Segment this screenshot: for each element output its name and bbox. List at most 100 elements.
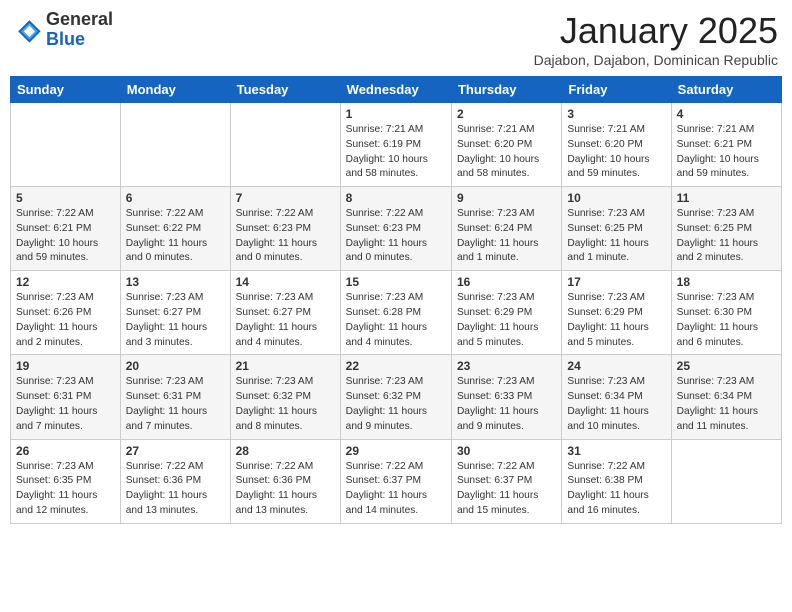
day-cell: 14 Sunrise: 7:23 AMSunset: 6:27 PMDayligh…: [230, 271, 340, 355]
day-cell: [671, 439, 781, 523]
day-info: Sunrise: 7:23 AMSunset: 6:25 PMDaylight:…: [677, 207, 776, 266]
day-cell: 22 Sunrise: 7:23 AMSunset: 6:32 PMDayligh…: [340, 355, 451, 439]
logo-text: General Blue: [46, 10, 113, 50]
day-info: Sunrise: 7:22 AMSunset: 6:36 PMDaylight:…: [236, 460, 335, 519]
day-cell: 3 Sunrise: 7:21 AMSunset: 6:20 PMDaylight…: [562, 103, 671, 187]
day-cell: 9 Sunrise: 7:23 AMSunset: 6:24 PMDaylight…: [451, 187, 561, 271]
logo-blue-text: Blue: [46, 30, 113, 50]
day-number: 1: [346, 107, 446, 121]
day-number: 6: [126, 191, 225, 205]
week-row-1: 1 Sunrise: 7:21 AMSunset: 6:19 PMDaylight…: [11, 103, 782, 187]
day-info: Sunrise: 7:23 AMSunset: 6:29 PMDaylight:…: [567, 291, 665, 350]
day-cell: 2Sunrise: 7:21 AMSunset: 6:20 PMDaylight…: [451, 103, 561, 187]
day-info: Sunrise: 7:23 AMSunset: 6:32 PMDaylight:…: [346, 375, 446, 434]
day-cell: 16 Sunrise: 7:23 AMSunset: 6:29 PMDayligh…: [451, 271, 561, 355]
weekday-header-row: SundayMondayTuesdayWednesdayThursdayFrid…: [11, 77, 782, 103]
day-info: Sunrise: 7:23 AMSunset: 6:24 PMDaylight:…: [457, 207, 556, 266]
location-subtitle: Dajabon, Dajabon, Dominican Republic: [534, 52, 778, 68]
day-number: 31: [567, 444, 665, 458]
day-info: Sunrise: 7:21 AMSunset: 6:20 PMDaylight:…: [457, 123, 556, 182]
day-info: Sunrise: 7:23 AMSunset: 6:34 PMDaylight:…: [677, 375, 776, 434]
day-number: 17: [567, 275, 665, 289]
day-cell: 10 Sunrise: 7:23 AMSunset: 6:25 PMDayligh…: [562, 187, 671, 271]
weekday-header-thursday: Thursday: [451, 77, 561, 103]
day-info: Sunrise: 7:21 AMSunset: 6:20 PMDaylight:…: [567, 123, 665, 182]
day-cell: 28 Sunrise: 7:22 AMSunset: 6:36 PMDayligh…: [230, 439, 340, 523]
day-cell: 30Sunrise: 7:22 AMSunset: 6:37 PMDayligh…: [451, 439, 561, 523]
title-block: January 2025 Dajabon, Dajabon, Dominican…: [534, 10, 778, 68]
week-row-3: 12Sunrise: 7:23 AMSunset: 6:26 PMDayligh…: [11, 271, 782, 355]
day-number: 9: [457, 191, 556, 205]
calendar-table: SundayMondayTuesdayWednesdayThursdayFrid…: [10, 76, 782, 524]
page-header: General Blue January 2025 Dajabon, Dajab…: [10, 10, 782, 68]
day-number: 22: [346, 359, 446, 373]
month-title: January 2025: [534, 10, 778, 52]
day-number: 11: [677, 191, 776, 205]
day-info: Sunrise: 7:22 AMSunset: 6:22 PMDaylight:…: [126, 207, 225, 266]
day-info: Sunrise: 7:23 AMSunset: 6:30 PMDaylight:…: [677, 291, 776, 350]
day-cell: 1 Sunrise: 7:21 AMSunset: 6:19 PMDaylight…: [340, 103, 451, 187]
day-cell: 23 Sunrise: 7:23 AMSunset: 6:33 PMDayligh…: [451, 355, 561, 439]
day-number: 3: [567, 107, 665, 121]
day-number: 26: [16, 444, 115, 458]
day-number: 25: [677, 359, 776, 373]
logo: General Blue: [14, 10, 113, 50]
day-info: Sunrise: 7:23 AMSunset: 6:29 PMDaylight:…: [457, 291, 556, 350]
day-cell: 25 Sunrise: 7:23 AMSunset: 6:34 PMDayligh…: [671, 355, 781, 439]
day-cell: 29 Sunrise: 7:22 AMSunset: 6:37 PMDayligh…: [340, 439, 451, 523]
day-cell: 21Sunrise: 7:23 AMSunset: 6:32 PMDayligh…: [230, 355, 340, 439]
day-info: Sunrise: 7:22 AMSunset: 6:38 PMDaylight:…: [567, 460, 665, 519]
day-number: 4: [677, 107, 776, 121]
day-info: Sunrise: 7:23 AMSunset: 6:31 PMDaylight:…: [16, 375, 115, 434]
day-number: 24: [567, 359, 665, 373]
day-info: Sunrise: 7:21 AMSunset: 6:19 PMDaylight:…: [346, 123, 446, 182]
day-cell: 5Sunrise: 7:22 AMSunset: 6:21 PMDaylight…: [11, 187, 121, 271]
day-cell: 7Sunrise: 7:22 AMSunset: 6:23 PMDaylight…: [230, 187, 340, 271]
day-number: 29: [346, 444, 446, 458]
week-row-2: 5Sunrise: 7:22 AMSunset: 6:21 PMDaylight…: [11, 187, 782, 271]
day-info: Sunrise: 7:23 AMSunset: 6:32 PMDaylight:…: [236, 375, 335, 434]
day-cell: [120, 103, 230, 187]
day-cell: 17 Sunrise: 7:23 AMSunset: 6:29 PMDayligh…: [562, 271, 671, 355]
day-info: Sunrise: 7:21 AMSunset: 6:21 PMDaylight:…: [677, 123, 776, 182]
day-cell: 18 Sunrise: 7:23 AMSunset: 6:30 PMDayligh…: [671, 271, 781, 355]
day-cell: 31 Sunrise: 7:22 AMSunset: 6:38 PMDayligh…: [562, 439, 671, 523]
day-info: Sunrise: 7:23 AMSunset: 6:26 PMDaylight:…: [16, 291, 115, 350]
day-number: 19: [16, 359, 115, 373]
day-info: Sunrise: 7:23 AMSunset: 6:25 PMDaylight:…: [567, 207, 665, 266]
day-cell: [230, 103, 340, 187]
day-number: 14: [236, 275, 335, 289]
day-info: Sunrise: 7:23 AMSunset: 6:31 PMDaylight:…: [126, 375, 225, 434]
day-number: 16: [457, 275, 556, 289]
weekday-header-saturday: Saturday: [671, 77, 781, 103]
day-number: 5: [16, 191, 115, 205]
day-cell: 12Sunrise: 7:23 AMSunset: 6:26 PMDayligh…: [11, 271, 121, 355]
day-cell: 4 Sunrise: 7:21 AMSunset: 6:21 PMDaylight…: [671, 103, 781, 187]
day-number: 18: [677, 275, 776, 289]
day-number: 20: [126, 359, 225, 373]
day-number: 13: [126, 275, 225, 289]
day-info: Sunrise: 7:23 AMSunset: 6:35 PMDaylight:…: [16, 460, 115, 519]
day-info: Sunrise: 7:22 AMSunset: 6:23 PMDaylight:…: [346, 207, 446, 266]
day-info: Sunrise: 7:22 AMSunset: 6:36 PMDaylight:…: [126, 460, 225, 519]
day-info: Sunrise: 7:23 AMSunset: 6:28 PMDaylight:…: [346, 291, 446, 350]
day-number: 10: [567, 191, 665, 205]
day-cell: 27 Sunrise: 7:22 AMSunset: 6:36 PMDayligh…: [120, 439, 230, 523]
weekday-header-friday: Friday: [562, 77, 671, 103]
day-number: 28: [236, 444, 335, 458]
day-number: 8: [346, 191, 446, 205]
day-number: 7: [236, 191, 335, 205]
weekday-header-wednesday: Wednesday: [340, 77, 451, 103]
day-cell: 11 Sunrise: 7:23 AMSunset: 6:25 PMDayligh…: [671, 187, 781, 271]
day-cell: 19 Sunrise: 7:23 AMSunset: 6:31 PMDayligh…: [11, 355, 121, 439]
day-cell: 26 Sunrise: 7:23 AMSunset: 6:35 PMDayligh…: [11, 439, 121, 523]
logo-general-text: General: [46, 10, 113, 30]
day-number: 27: [126, 444, 225, 458]
weekday-header-monday: Monday: [120, 77, 230, 103]
day-number: 23: [457, 359, 556, 373]
weekday-header-sunday: Sunday: [11, 77, 121, 103]
day-info: Sunrise: 7:23 AMSunset: 6:27 PMDaylight:…: [236, 291, 335, 350]
day-info: Sunrise: 7:22 AMSunset: 6:37 PMDaylight:…: [346, 460, 446, 519]
day-number: 30: [457, 444, 556, 458]
day-info: Sunrise: 7:23 AMSunset: 6:33 PMDaylight:…: [457, 375, 556, 434]
